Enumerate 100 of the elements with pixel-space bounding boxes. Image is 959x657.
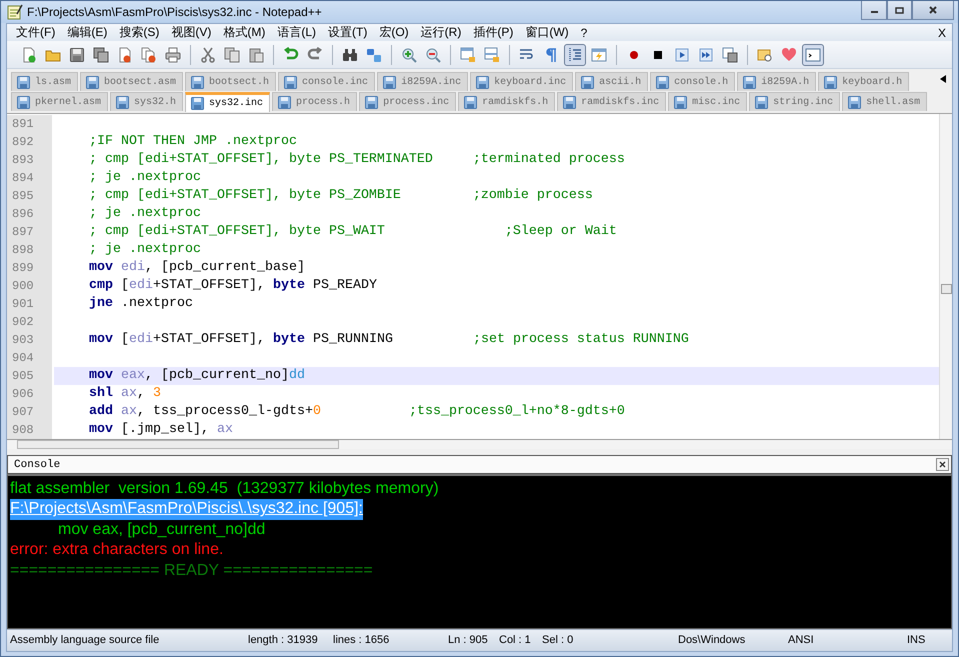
menu-item[interactable]: 视图(V) [166,24,218,41]
file-tab[interactable]: i8259A.h [737,72,816,92]
line-number: 895 [7,187,54,206]
floppy-icon [656,76,670,89]
code-line: mov edi, [pcb_current_base] [89,259,305,278]
floppy-icon [476,76,490,89]
status-text: Col : 1 [499,634,532,646]
menu-item[interactable]: 窗口(W) [520,24,576,41]
console-icon [805,46,821,63]
file-tab[interactable]: bootsect.asm [80,72,184,92]
line-number: 892 [7,133,54,152]
toolbar-button[interactable] [564,44,586,66]
floppy-icon [278,96,292,109]
file-tab[interactable]: ramdiskfs.h [458,92,556,112]
file-tab[interactable]: ascii.h [575,72,648,92]
code-line: mov [edi+STAT_OFFSET], byte PS_RUNNING ;set process status RUNNING [89,331,689,350]
line-number: 906 [7,385,54,404]
maximize-icon [895,6,904,14]
maximize-button[interactable] [887,1,912,20]
file-tab[interactable]: console.h [650,72,736,92]
file-tab[interactable]: console.inc [278,72,376,92]
file-tab[interactable]: string.inc [749,92,840,112]
floppy-icon [365,96,378,109]
indent-guide-icon [567,46,583,63]
binoculars-icon [342,46,358,63]
menu-item[interactable]: 文件(F) [11,24,62,41]
scrollbar-thumb[interactable] [941,284,952,294]
file-tab[interactable]: keyboard.inc [470,72,574,92]
floppy-icon [824,76,838,89]
menu-item[interactable]: 编辑(E) [62,24,114,41]
console-line: flat assembler version 1.69.45 (1329377 kilobytes memory) [10,478,439,499]
file-tab[interactable]: misc.inc [668,92,748,112]
close-button[interactable] [912,1,954,20]
floppy-icon [17,96,30,109]
menu-item[interactable]: 设置(T) [323,24,374,41]
menu-item[interactable]: 插件(P) [468,24,520,41]
file-tab[interactable]: i8259A.inc [377,72,468,92]
file-tab[interactable]: sys32.inc [185,92,270,112]
line-number: 897 [7,223,54,242]
file-tab[interactable]: bootsect.h [185,72,276,92]
printer-icon [165,46,181,63]
line-number: 905 [7,367,54,386]
floppy-icon [383,76,396,89]
line-number: 891 [7,115,54,134]
file-tab[interactable]: ramdiskfs.inc [557,92,666,112]
window-lock-icon [460,46,476,63]
zoom-out-icon [425,46,441,63]
floppy-icon [464,96,478,109]
status-text: lines : 1656 [333,634,390,646]
line-number: 894 [7,169,54,188]
console-line: mov eax, [pcb_current_no]dd [57,520,266,540]
line-number: 893 [7,151,54,170]
close-document-button[interactable]: X [938,26,952,40]
file-tab[interactable]: process.h [272,92,358,112]
console-line: error: extra characters on line. [10,540,224,560]
line-number: 899 [7,259,54,278]
file-tab[interactable]: keyboard.h [818,72,910,92]
menu-item[interactable]: 搜索(S) [114,24,166,41]
console-line: ================ READY ================ [10,560,373,581]
menu-item[interactable]: 语言(L) [272,24,323,41]
window-lock-icon [484,46,500,63]
zoom-in-icon [401,46,417,63]
file-tab[interactable]: shell.asm [842,92,928,112]
menu-item[interactable]: 宏(O) [374,24,416,41]
file-tab[interactable]: sys32.h [110,92,184,112]
code-line: ; cmp [edi+STAT_OFFSET], byte PS_WAIT ;Sleep or Wait [89,223,617,242]
status-text: Ln : 905 [448,634,489,646]
line-number: 908 [7,421,54,440]
close-all-icon [141,46,157,63]
file-tab[interactable]: pkernel.asm [11,92,108,112]
vertical-scrollbar[interactable] [939,114,952,440]
scissors-icon [200,46,216,63]
line-number: 896 [7,205,54,224]
menu-item[interactable]: 格式(M) [218,24,272,41]
line-number: 898 [7,241,54,260]
scroll-left-icon[interactable] [940,75,946,84]
line-number: 902 [7,313,54,332]
close-icon [939,461,946,468]
minimize-button[interactable] [861,1,887,20]
file-tab[interactable]: process.inc [359,92,456,112]
menu-item[interactable]: 运行(R) [416,24,468,41]
horizontal-scrollbar[interactable] [7,439,952,450]
code-editor[interactable] [7,113,952,450]
lightning-window-icon [591,46,607,63]
close-button[interactable] [936,458,949,472]
floppy-icon [116,96,130,109]
floppy-icon [743,76,756,89]
status-text: length : 31939 [248,634,319,646]
line-number: 900 [7,277,54,296]
close-icon [928,5,938,15]
scrollbar-thumb[interactable] [17,440,339,450]
code-line: shl ax, 3 [89,385,161,404]
menu-item[interactable]: ? [576,26,594,40]
floppy-icon [848,96,862,109]
file-tab[interactable]: ls.asm [11,72,78,92]
line-number: 907 [7,403,54,422]
console-title: Console [14,458,62,471]
code-line: cmp [edi+STAT_OFFSET], byte PS_READY [89,277,377,296]
status-text: Assembly language source file [10,634,160,646]
close-file-icon [117,46,133,63]
